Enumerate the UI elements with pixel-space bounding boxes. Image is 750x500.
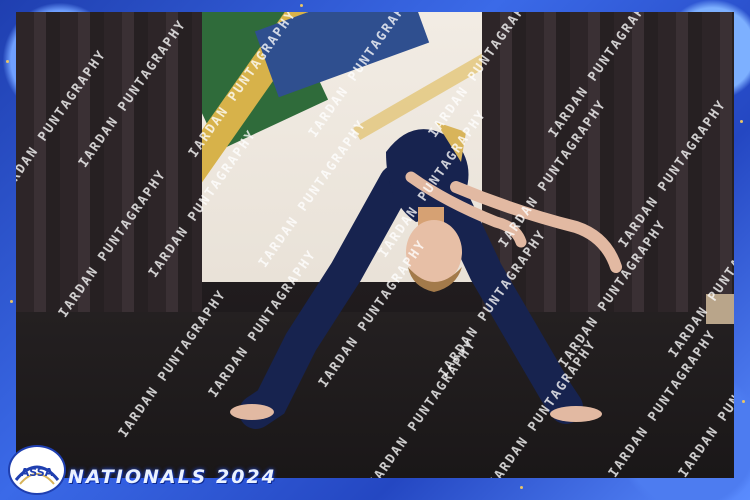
gold-fleck — [300, 4, 303, 7]
gold-fleck — [742, 400, 745, 403]
gold-fleck — [740, 120, 743, 123]
assa-logo: ASSA — [8, 445, 66, 495]
gold-fleck — [6, 60, 9, 63]
dancer-figure — [230, 122, 622, 429]
event-title: NATIONALS 2024 — [68, 466, 277, 488]
gold-fleck — [10, 300, 13, 303]
logo-text: ASSA — [21, 466, 54, 479]
stage-photo — [16, 12, 734, 478]
gold-fleck — [520, 486, 523, 489]
